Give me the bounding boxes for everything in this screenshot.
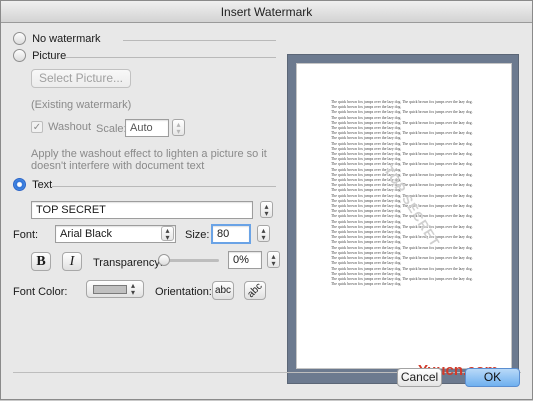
no-watermark-radio[interactable]	[13, 32, 26, 45]
italic-button[interactable]: I	[62, 252, 82, 271]
size-label: Size:	[185, 229, 210, 241]
watermark-text-dropdown[interactable]: ▴ ▾	[260, 201, 273, 218]
transparency-slider-thumb[interactable]	[158, 254, 170, 266]
font-label: Font:	[13, 229, 39, 241]
preview-page: The quick brown fox jumps over the lazy …	[296, 63, 512, 369]
font-field[interactable]: Arial Black	[55, 225, 176, 243]
text-label: Text	[32, 179, 53, 191]
scale-label: Scale:	[96, 123, 127, 135]
font-dropdown[interactable]: ▴ ▾	[161, 226, 174, 242]
divider	[52, 186, 276, 187]
text-radio[interactable]	[13, 178, 26, 191]
scale-stepper[interactable]: ▴ ▾	[172, 119, 185, 136]
no-watermark-option[interactable]: No watermark	[13, 32, 101, 48]
transparency-stepper[interactable]: ▴ ▾	[267, 251, 280, 268]
size-field[interactable]: 80	[211, 224, 251, 244]
size-stepper[interactable]: ▴ ▾	[257, 225, 270, 242]
cancel-button[interactable]: Cancel	[397, 368, 442, 387]
font-color-picker[interactable]: ▴ ▾	[86, 280, 144, 298]
divider	[123, 40, 276, 41]
orientation-diagonal-button[interactable]: abc	[244, 281, 266, 300]
select-picture-button[interactable]: Select Picture...	[31, 69, 131, 88]
font-color-swatch	[93, 285, 127, 294]
bold-button[interactable]: B	[31, 252, 51, 271]
existing-watermark-note: (Existing watermark)	[31, 99, 132, 111]
preview-frame: The quick brown fox jumps over the lazy …	[287, 54, 519, 384]
ok-button[interactable]: OK	[465, 368, 520, 387]
picture-radio[interactable]	[13, 49, 26, 62]
washout-hint: Apply the washout effect to lighten a pi…	[31, 148, 267, 172]
transparency-field[interactable]: 0%	[228, 251, 262, 269]
dialog-content: No watermark Picture Select Picture... (…	[1, 23, 532, 401]
dialog-title: Insert Watermark	[1, 1, 532, 23]
picture-label: Picture	[32, 50, 67, 62]
insert-watermark-dialog: Insert Watermark No watermark Picture Se…	[0, 0, 533, 400]
transparency-label: Transparency:	[93, 257, 163, 269]
washout-checkbox[interactable]: ✓	[31, 121, 43, 133]
scale-field[interactable]: Auto	[125, 119, 169, 137]
transparency-slider[interactable]	[158, 254, 219, 266]
text-option[interactable]: Text	[13, 178, 52, 194]
no-watermark-label: No watermark	[32, 33, 101, 45]
orientation-diagonal-label: abc	[245, 280, 265, 301]
font-color-label: Font Color:	[13, 286, 68, 298]
orientation-label: Orientation:	[155, 286, 212, 298]
washout-option[interactable]: ✓ Washout	[31, 121, 91, 133]
picture-option[interactable]: Picture	[13, 49, 66, 65]
watermark-text-field[interactable]: TOP SECRET	[31, 201, 253, 219]
washout-label: Washout	[48, 121, 92, 133]
orientation-horizontal-button[interactable]: abc	[212, 281, 234, 300]
chevron-updown-icon: ▴ ▾	[131, 281, 136, 297]
divider	[65, 57, 276, 58]
